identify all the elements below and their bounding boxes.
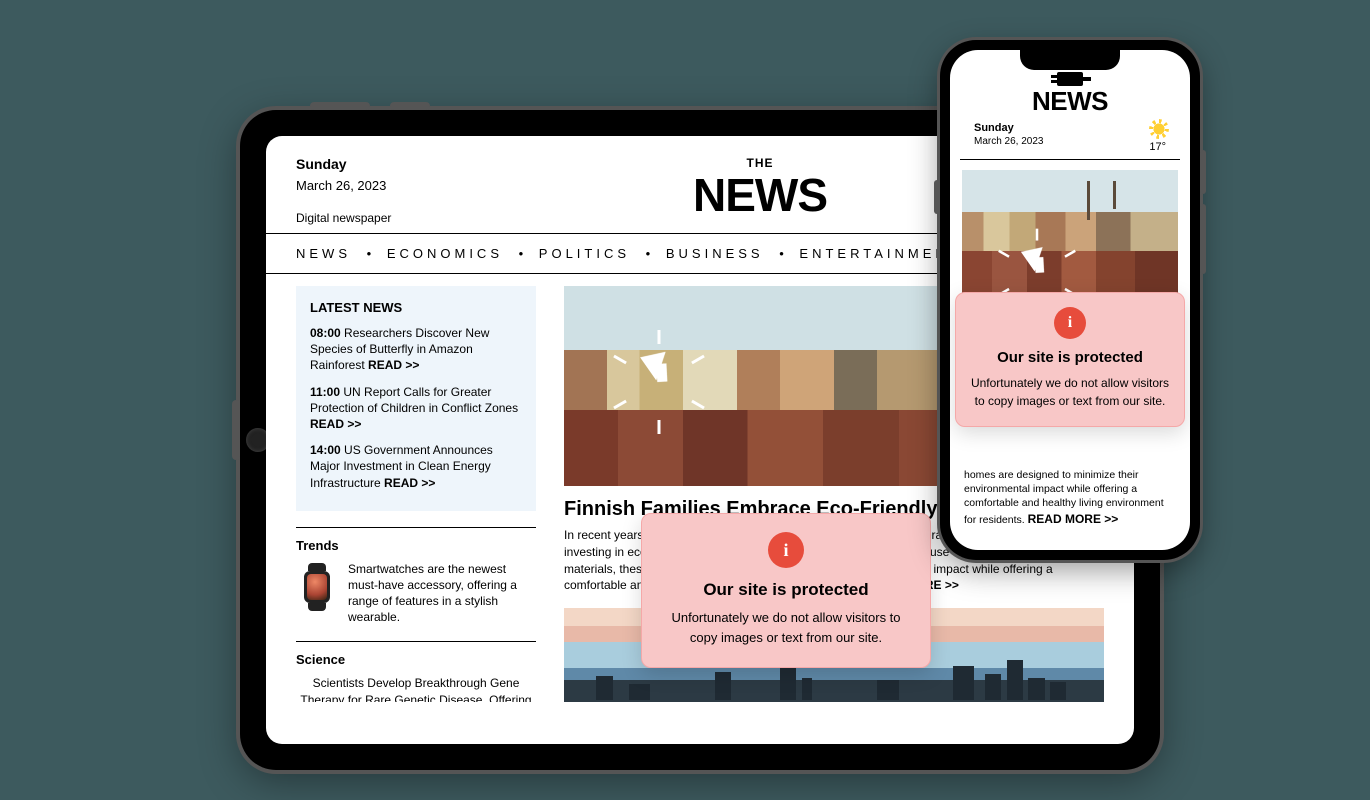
info-icon: i <box>768 532 804 568</box>
phone-temp: 17° <box>1149 141 1166 153</box>
sun-icon <box>1152 122 1166 136</box>
read-more-link[interactable]: READ MORE >> <box>1028 512 1119 526</box>
latest-heading: LATEST NEWS <box>310 300 522 315</box>
nav-sep: • <box>519 246 524 261</box>
tablet-secondary-button[interactable] <box>390 102 430 110</box>
masthead-the: THE <box>516 156 1004 170</box>
popup-body: Unfortunately we do not allow visitors t… <box>968 374 1172 410</box>
phone-side-button[interactable] <box>1200 204 1206 274</box>
trends-row[interactable]: Smartwatches are the newest must-have ac… <box>296 561 536 626</box>
tablet-volume-button[interactable] <box>232 400 240 460</box>
latest-item[interactable]: 11:00 UN Report Calls for Greater Protec… <box>310 384 522 433</box>
smartwatch-icon <box>296 561 338 613</box>
nav-item-business[interactable]: BUSINESS <box>666 246 764 261</box>
phone-notch <box>1020 50 1120 70</box>
latest-item[interactable]: 14:00 US Government Announces Major Inve… <box>310 442 522 491</box>
nav-sep: • <box>367 246 372 261</box>
masthead-news: NEWS <box>516 172 1004 218</box>
masthead: THE NEWS <box>516 156 1004 218</box>
trends-section: Trends Smartwatches are the newest must-… <box>296 527 536 626</box>
latest-item[interactable]: 08:00 Researchers Discover New Species o… <box>310 325 522 374</box>
info-icon: i <box>1054 307 1086 339</box>
phone-date-block: Sunday March 26, 2023 <box>974 122 1044 147</box>
plug-icon <box>1057 72 1083 86</box>
phone-date: March 26, 2023 <box>974 136 1044 147</box>
header-day: Sunday <box>296 156 516 172</box>
tablet-power-button[interactable] <box>310 102 370 110</box>
nav-item-entertainment[interactable]: ENTERTAINMENT <box>799 246 960 261</box>
header-date-block: Sunday March 26, 2023 Digital newspaper <box>296 156 516 225</box>
header-tagline: Digital newspaper <box>296 211 516 225</box>
read-link[interactable]: READ >> <box>368 358 419 372</box>
phone-side-button[interactable] <box>934 180 940 214</box>
phone-hero-image[interactable] <box>962 170 1178 310</box>
phone-weather: 17° <box>1149 122 1166 153</box>
protection-popup[interactable]: i Our site is protected Unfortunately we… <box>955 292 1185 427</box>
latest-time: 08:00 <box>310 326 341 340</box>
read-link[interactable]: READ >> <box>384 476 435 490</box>
nav-item-politics[interactable]: POLITICS <box>539 246 630 261</box>
nav-sep: • <box>779 246 784 261</box>
science-section: Science Scientists Develop Breakthrough … <box>296 641 536 702</box>
phone-meta-row: Sunday March 26, 2023 17° <box>960 114 1180 160</box>
sidebar: LATEST NEWS 08:00 Researchers Discover N… <box>296 286 536 702</box>
popup-body: Unfortunately we do not allow visitors t… <box>660 608 912 647</box>
trends-text: Smartwatches are the newest must-have ac… <box>348 561 536 626</box>
latest-text: UN Report Calls for Greater Protection o… <box>310 385 518 415</box>
phone-side-button[interactable] <box>1200 150 1206 194</box>
read-link[interactable]: READ >> <box>310 417 361 431</box>
popup-title: Our site is protected <box>660 580 912 600</box>
science-row[interactable]: Scientists Develop Breakthrough Gene The… <box>296 675 536 702</box>
header-date: March 26, 2023 <box>296 178 516 193</box>
latest-news-box: LATEST NEWS 08:00 Researchers Discover N… <box>296 286 536 511</box>
phone-article-body: homes are designed to minimize their env… <box>950 460 1190 527</box>
popup-title: Our site is protected <box>968 349 1172 366</box>
scene: Sunday March 26, 2023 Digital newspaper … <box>0 0 1370 800</box>
nav-sep: • <box>646 246 651 261</box>
science-heading: Science <box>296 652 536 667</box>
phone-day: Sunday <box>974 122 1044 134</box>
trends-heading: Trends <box>296 538 536 553</box>
latest-time: 14:00 <box>310 443 341 457</box>
science-text: Scientists Develop Breakthrough Gene The… <box>300 676 531 702</box>
latest-time: 11:00 <box>310 385 340 399</box>
phone-masthead-news: NEWS <box>950 88 1190 114</box>
protection-popup[interactable]: i Our site is protected Unfortunately we… <box>641 513 931 668</box>
nav-item-economics[interactable]: ECONOMICS <box>387 246 503 261</box>
nav-item-news[interactable]: NEWS <box>296 246 351 261</box>
